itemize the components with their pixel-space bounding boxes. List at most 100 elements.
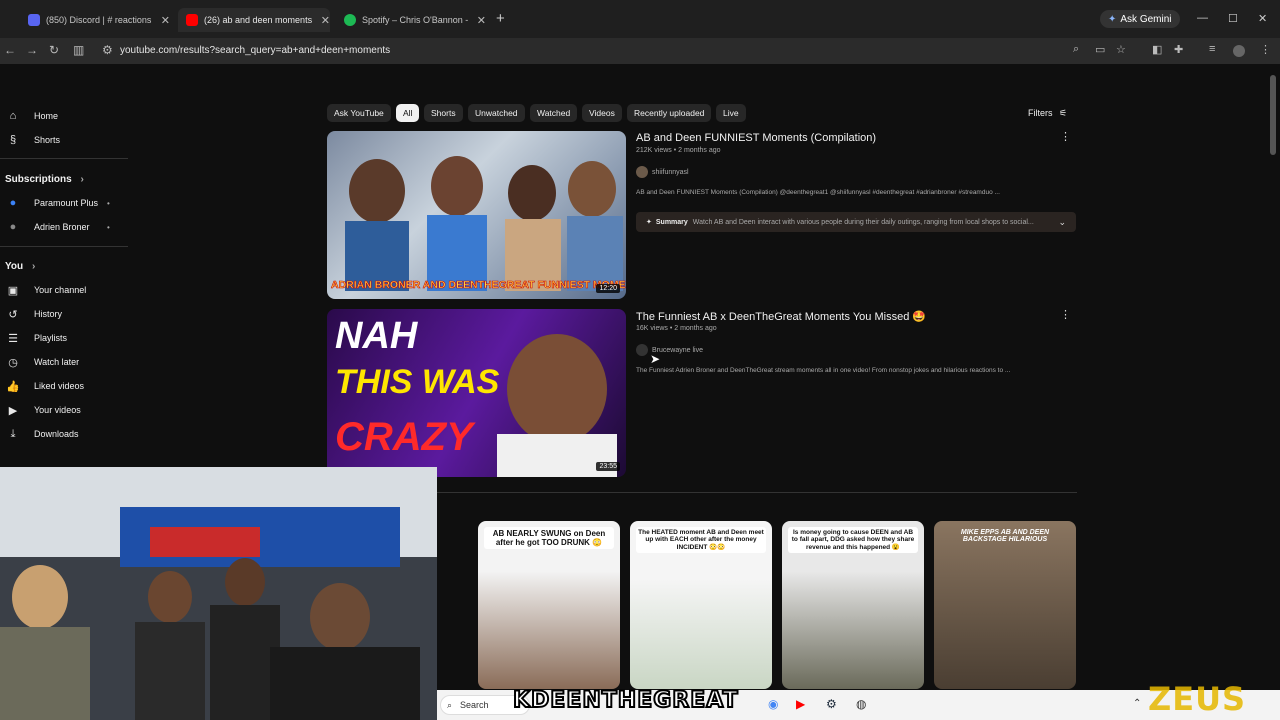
sidebar-item-label: Liked videos [34,381,85,391]
video-title[interactable]: The Funniest AB x DeenTheGreat Moments Y… [636,310,926,323]
webcam-overlay [0,467,437,720]
sidebar-item-label: Home [34,111,59,121]
section-divider [327,492,1077,493]
sidebar-icon[interactable]: ▥ [73,43,84,57]
page-scrollbar[interactable] [1270,75,1276,155]
video-title[interactable]: AB and Deen FUNNIEST Moments (Compilatio… [636,132,876,144]
channel-avatar [636,166,648,178]
home-icon: ⌂ [9,110,17,122]
video-thumbnail[interactable]: NAH THIS WAS CRAZY 23:55 [327,309,626,477]
tab-discord[interactable]: (850) Discord | # reactions ✕ [20,8,170,32]
puzzle-icon[interactable]: ✚ [1174,43,1183,56]
chip-unwatched[interactable]: Unwatched [468,104,525,122]
sparkle-icon: ✦ [646,219,652,226]
back-icon[interactable]: ← [4,43,16,57]
site-info-icon[interactable]: ⚙ [102,43,113,57]
sidebar-item-shorts[interactable]: § Shorts [0,129,60,151]
sidebar-item-label: Adrien Broner [34,222,90,232]
video-description: The Funniest Adrien Broner and DeenTheGr… [636,367,1011,374]
sidebar-item-watch-later[interactable]: ◷ Watch later [0,351,79,373]
sidebar-item-label: Playlists [34,333,68,343]
reload-icon[interactable]: ↻ [49,43,59,57]
profile-avatar[interactable] [1233,45,1245,57]
summary-label: Summary [655,218,688,226]
chip-live[interactable]: Live [716,104,746,122]
minimize-icon[interactable]: — [1197,12,1208,24]
sidebar-item-liked-videos[interactable]: 👍 Liked videos [0,375,84,397]
channel-link[interactable]: shiifunnyasl [636,166,689,178]
sidebar-item-downloads[interactable]: ⤓ Downloads [0,423,79,445]
url-field[interactable]: youtube.com/results?search_query=ab+and+… [120,45,390,56]
search-icon: ⌕ [447,699,453,710]
close-icon[interactable]: ✕ [161,14,170,27]
chip-ask-youtube[interactable]: Ask YouTube [327,104,391,122]
tab-title: (26) ab and deen moments [204,15,313,25]
cast-icon[interactable]: ▭ [1095,43,1105,56]
chrome-taskbar-icon[interactable]: ◉ [768,697,778,711]
ask-gemini-button[interactable]: ✦ Ask Gemini [1100,10,1180,28]
sidebar-item-label: Your channel [34,285,87,295]
discord-icon [28,14,40,26]
sidebar-item-home[interactable]: ⌂ Home [0,105,58,127]
short-card[interactable]: AB NEARLY SWUNG on Deen after he got TOO… [478,521,620,689]
summary-panel[interactable]: ✦ Summary Watch AB and Deen interact wit… [636,212,1076,232]
chip-videos[interactable]: Videos [582,104,622,122]
menu-kebab-icon[interactable]: ⋮ [1260,43,1271,56]
taskbar-search-label: Search [460,700,489,710]
tab-youtube[interactable]: (26) ab and deen moments ✕ [178,8,330,32]
steam-taskbar-icon[interactable]: ⚙ [826,697,837,711]
short-card[interactable]: The HEATED moment AB and Deen meet up wi… [630,521,772,689]
maximize-icon[interactable]: ☐ [1228,12,1238,25]
short-card[interactable]: MIKE EPPS AB AND DEEN BACKSTAGE HILARIOU… [934,521,1076,689]
thumbnail-line-3: CRAZY [335,415,473,459]
channel-link[interactable]: Brucewayne live [636,344,703,356]
sparkle-icon: ✦ [1108,13,1117,25]
chevron-right-icon: › [31,261,36,272]
thumbnail-people-illustration [345,156,623,291]
sidebar-you-heading[interactable]: You › [5,261,35,272]
close-icon[interactable]: ✕ [321,14,330,27]
filters-button[interactable]: Filters ⚟ [1028,108,1067,119]
mouse-cursor-icon: ➤ [650,352,661,366]
short-card[interactable]: Is money going to cause DEEN and AB to f… [782,521,924,689]
brand-watermark: ZEUS [1148,680,1247,718]
sidebar-item-label: Shorts [34,135,61,145]
tab-spotify[interactable]: Spotify – Chris O'Bannon - Disc ✕ [336,8,486,32]
sidebar-item-your-channel[interactable]: ▣ Your channel [0,279,86,301]
sidebar-item-your-videos[interactable]: ▶ Your videos [0,399,81,421]
chip-recently-uploaded[interactable]: Recently uploaded [627,104,712,122]
close-window-icon[interactable]: ✕ [1258,12,1267,25]
more-actions-icon[interactable]: ⋮ [1060,130,1071,143]
extension-icon[interactable]: ◧ [1152,43,1162,56]
youtube-taskbar-icon[interactable]: ▶ [796,697,805,711]
channel-icon: ▣ [7,284,19,297]
chip-all[interactable]: All [396,104,420,122]
app-taskbar-icon[interactable]: ◍ [856,697,866,711]
video-description: AB and Deen FUNNIEST Moments (Compilatio… [636,189,1000,196]
sidebar-item-label: Watch later [34,357,80,367]
zoom-icon[interactable]: ⌕ [1073,43,1079,56]
video-thumbnail[interactable]: ADRIAN BRONER AND DEENTHEGREAT FUNNIEST … [327,131,626,299]
new-tab-button[interactable]: + [496,10,505,27]
forward-icon[interactable]: → [26,43,38,57]
chip-watched[interactable]: Watched [530,104,578,122]
reading-list-icon[interactable]: ≡ [1209,43,1215,55]
new-content-dot: • [107,223,110,232]
chevron-down-icon[interactable]: ⌄ [1058,217,1066,228]
sidebar-item-adrien-broner[interactable]: ● Adrien Broner [0,216,90,238]
shorts-icon: § [9,134,17,146]
history-icon: ↺ [8,308,18,321]
sidebar-item-paramount[interactable]: ● Paramount Plus [0,192,98,214]
sidebar-item-history[interactable]: ↺ History [0,303,62,325]
bookmark-star-icon[interactable]: ☆ [1116,43,1126,56]
sidebar-item-playlists[interactable]: ☰ Playlists [0,327,67,349]
close-icon[interactable]: ✕ [477,14,486,27]
more-actions-icon[interactable]: ⋮ [1060,308,1071,321]
video-meta: 212K views • 2 months ago [636,147,721,154]
chevron-up-icon[interactable]: ⌃ [1133,698,1141,709]
sidebar-subscriptions-heading[interactable]: Subscriptions › [5,174,84,185]
thumbnail-line-2: THIS WAS [335,363,500,401]
chip-shorts[interactable]: Shorts [424,104,463,122]
ask-gemini-label: Ask Gemini [1120,13,1172,25]
adrien-broner-avatar: ● [9,221,17,233]
